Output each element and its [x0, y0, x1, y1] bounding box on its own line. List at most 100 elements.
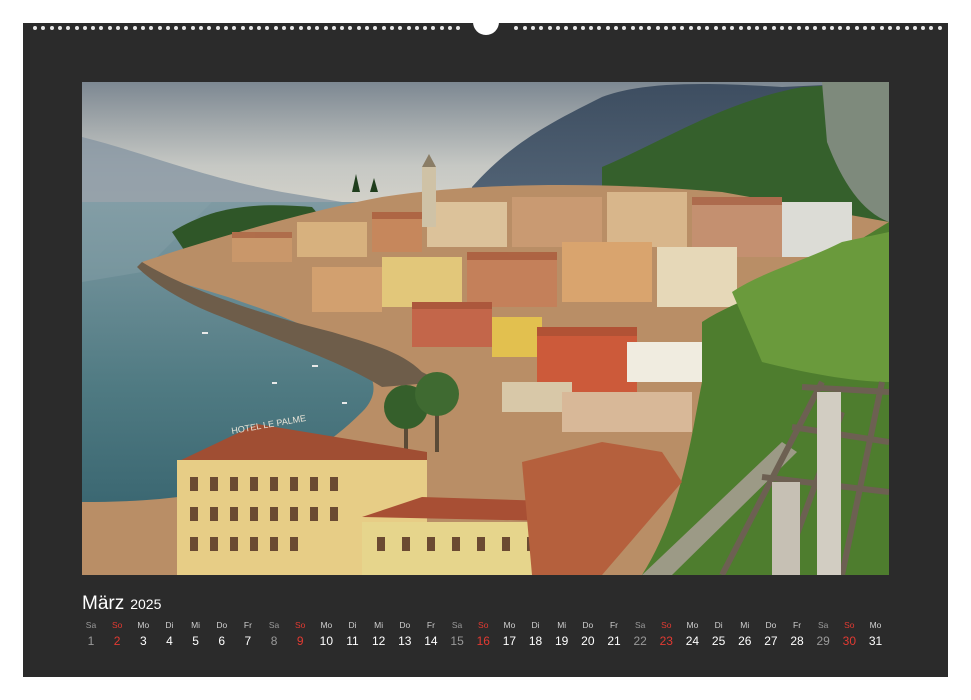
binding-dot [91, 26, 96, 30]
binding-dot [863, 26, 867, 30]
binding-dot [672, 26, 677, 30]
binding-dot [663, 26, 668, 30]
day-cell: Sa 1 [78, 619, 104, 649]
day-cell: Do 27 [758, 619, 784, 649]
binding-dot [929, 26, 934, 30]
binding-dot [829, 26, 834, 30]
weekday-label: Fr [243, 620, 252, 630]
binding-dot [223, 26, 228, 30]
day-cell: Mo 3 [130, 619, 156, 649]
month-name: März [82, 593, 125, 614]
day-number: 23 [659, 634, 673, 648]
weekday-label: So [111, 620, 123, 630]
day-cell: Di 11 [340, 619, 366, 649]
binding-dot [688, 26, 693, 30]
weekday-label: Do [765, 620, 777, 630]
binding-dot [348, 26, 353, 30]
day-cell: Fr 28 [784, 619, 810, 649]
binding-dot [282, 26, 286, 30]
binding-dot [273, 26, 278, 30]
spiral-binding [23, 17, 948, 37]
binding-dot [638, 26, 643, 30]
binding-dot [431, 26, 436, 30]
day-number: 4 [166, 634, 173, 648]
day-number: 31 [868, 634, 883, 648]
binding-dot [705, 26, 710, 30]
binding-dot [207, 26, 212, 30]
binding-dot [746, 26, 751, 30]
binding-dot [165, 26, 170, 30]
binding-dot [290, 26, 295, 30]
day-cell: So 30 [836, 619, 862, 649]
day-cell: Mo 31 [863, 619, 889, 649]
binding-dot [124, 26, 129, 30]
binding-dot [240, 26, 245, 30]
weekday-label: So [844, 620, 855, 630]
calendar-page: HOTEL LE PALME März 2025 Sa 1 So 2 Mo 3 Di 4 Mi 5 D… [23, 17, 948, 677]
day-strip: Sa 1 So 2 Mo 3 Di 4 Mi 5 Do 6 Fr 7 Sa 8 So 9 Mo 10 Di 11 Mi 12 D… [82, 619, 892, 659]
binding-dot [331, 26, 336, 30]
day-cell: So 2 [104, 619, 130, 649]
binding-dot [738, 26, 743, 30]
binding-dot [730, 26, 735, 30]
day-cell: Fr 14 [418, 619, 444, 649]
binding-dot [298, 26, 303, 30]
binding-dot [373, 26, 378, 30]
weekday-label: Mi [557, 620, 567, 630]
binding-dot [564, 26, 569, 30]
day-number: 3 [139, 634, 147, 648]
binding-dot [921, 26, 926, 30]
day-cell: Mi 5 [183, 619, 209, 649]
weekday-label: So [294, 620, 306, 630]
day-cell: So 9 [287, 619, 313, 649]
day-cell: Sa 29 [810, 619, 836, 649]
day-number: 12 [371, 634, 386, 648]
day-number: 9 [296, 634, 304, 648]
binding-dot [572, 26, 577, 30]
day-number: 24 [685, 634, 700, 648]
day-cell: Mo 17 [496, 619, 522, 649]
binding-dot [33, 26, 37, 30]
binding-dot [721, 26, 726, 30]
day-number: 14 [424, 634, 438, 648]
weekday-label: Di [348, 620, 357, 630]
binding-dot [713, 26, 718, 30]
binding-dot [871, 26, 876, 30]
binding-dot [66, 26, 71, 30]
day-number: 27 [764, 634, 778, 648]
weekday-label: Mi [374, 620, 384, 630]
day-cell: Mo 24 [679, 619, 705, 649]
weekday-label: Fr [609, 620, 619, 630]
binding-dot [182, 26, 187, 30]
binding-dot [232, 26, 237, 30]
binding-dot [174, 26, 179, 30]
hanger-hole [473, 17, 499, 35]
weekday-label: Fr [426, 620, 435, 630]
binding-dot [846, 26, 851, 30]
binding-dot [381, 26, 386, 30]
weekday-label: Di [531, 620, 540, 630]
binding-dot [813, 26, 818, 30]
binding-dot [896, 26, 901, 30]
day-number: 17 [502, 634, 517, 648]
day-number: 30 [842, 634, 857, 648]
day-cell: Mo 10 [313, 619, 339, 649]
binding-dot [49, 26, 54, 30]
day-number: 28 [790, 634, 804, 648]
binding-dot [398, 26, 403, 30]
day-number: 26 [738, 634, 752, 648]
binding-dot [199, 26, 203, 30]
binding-dot [456, 26, 461, 30]
binding-dot [215, 26, 220, 30]
day-number: 20 [581, 634, 595, 648]
binding-dot [531, 26, 535, 30]
day-cell: Di 4 [156, 619, 182, 649]
day-number: 13 [398, 634, 412, 648]
day-cell: Do 6 [209, 619, 235, 649]
binding-dot [57, 26, 62, 30]
day-number: 16 [476, 634, 490, 648]
binding-dot [879, 26, 884, 30]
day-cell: Mi 19 [549, 619, 575, 649]
day-number: 6 [218, 634, 226, 648]
binding-dot [140, 26, 145, 30]
